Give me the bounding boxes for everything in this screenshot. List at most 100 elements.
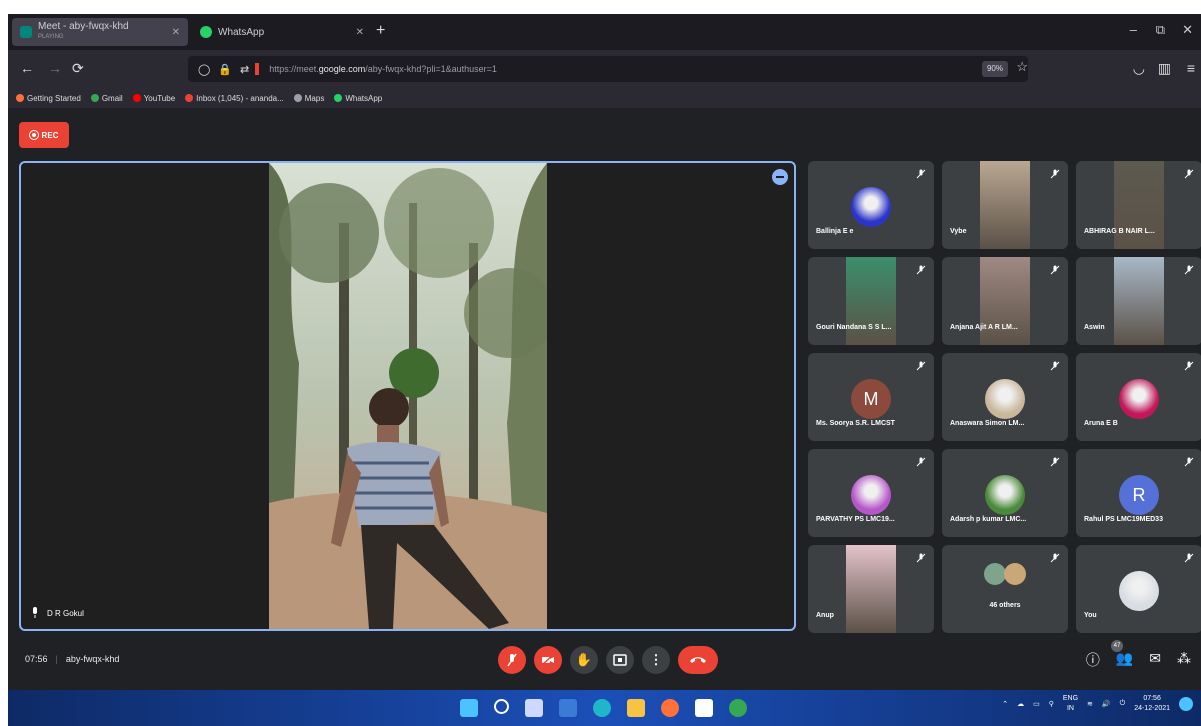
task-view-icon[interactable] bbox=[525, 699, 543, 717]
participant-tile[interactable]: Aswin bbox=[1076, 257, 1201, 345]
participant-name: Anaswara Simon LM... bbox=[950, 420, 1025, 427]
tray-chevron-icon[interactable]: ⌃ bbox=[1002, 700, 1008, 708]
meet-stage: REC D R Gokul Ballinja E e Vybe ABHIRAG … bbox=[8, 108, 1201, 690]
close-tab-icon[interactable]: ✕ bbox=[172, 27, 180, 38]
participant-tile[interactable]: PARVATHY PS LMC19... bbox=[808, 449, 934, 537]
store-icon[interactable] bbox=[695, 699, 713, 717]
recording-badge[interactable]: REC bbox=[19, 122, 69, 148]
language-indicator[interactable]: ENG IN bbox=[1063, 694, 1078, 714]
file-explorer-icon[interactable] bbox=[627, 699, 645, 717]
close-tab-icon[interactable]: ✕ bbox=[356, 27, 364, 38]
present-button[interactable] bbox=[606, 646, 634, 674]
main-speaker-tile[interactable]: D R Gokul bbox=[19, 161, 796, 631]
bookmark-label: Getting Started bbox=[27, 93, 81, 103]
widgets-icon[interactable] bbox=[559, 699, 577, 717]
meeting-time: 07:56 bbox=[25, 654, 48, 664]
participant-tile[interactable]: Vybe bbox=[942, 161, 1068, 249]
participant-tile[interactable]: Anup bbox=[808, 545, 934, 633]
permissions-icon[interactable]: ⇄ bbox=[240, 63, 249, 76]
address-bar[interactable]: ◯ 🔒 ⇄ https://meet. google.com /aby-fwqx… bbox=[188, 56, 1028, 82]
participant-tile[interactable]: Ballinja E e bbox=[808, 161, 934, 249]
participant-tile[interactable]: You bbox=[1076, 545, 1201, 633]
new-tab-button[interactable]: + bbox=[376, 22, 385, 40]
participant-name: Ms. Soorya S.R. LMCST bbox=[816, 420, 895, 427]
search-icon[interactable] bbox=[494, 699, 509, 714]
camera-active-icon[interactable] bbox=[255, 63, 260, 75]
people-icon[interactable]: 👥 bbox=[1116, 650, 1133, 670]
lock-icon[interactable]: 🔒 bbox=[218, 63, 232, 76]
back-arrow-icon[interactable]: ← bbox=[20, 60, 34, 76]
participant-tile[interactable]: ABHIRAG B NAIR L... bbox=[1076, 161, 1201, 249]
screen: Meet - aby-fwqx-khd PLAYING ✕ WhatsApp ✕… bbox=[0, 0, 1201, 726]
minimize-button[interactable]: – bbox=[1130, 22, 1137, 37]
forward-arrow-icon[interactable]: → bbox=[48, 60, 62, 76]
location-icon[interactable]: ⚲ bbox=[1049, 700, 1054, 708]
shield-icon[interactable]: ◯ bbox=[198, 63, 210, 76]
participant-name: Anup bbox=[816, 612, 834, 619]
bookmark-icon bbox=[334, 94, 343, 102]
mic-muted-icon bbox=[916, 361, 926, 371]
power-icon[interactable]: ⏻ bbox=[1120, 700, 1126, 708]
maximize-button[interactable]: ⧉ bbox=[1156, 22, 1165, 38]
side-controls: ⓘ 👥 ✉ ⁂ bbox=[1086, 650, 1191, 670]
participant-video bbox=[846, 545, 896, 633]
mic-off-button[interactable] bbox=[498, 646, 526, 674]
zoom-level[interactable]: 90% bbox=[981, 61, 1008, 77]
chrome-icon[interactable] bbox=[729, 699, 747, 717]
avatar bbox=[1004, 563, 1026, 585]
bookmark-item[interactable]: YouTube bbox=[132, 94, 175, 103]
info-icon[interactable]: ⓘ bbox=[1086, 650, 1100, 670]
volume-icon[interactable]: 🔊 bbox=[1102, 700, 1111, 708]
participant-tile[interactable]: Aruna E B bbox=[1076, 353, 1201, 441]
bookmark-item[interactable]: Inbox (1,045) - ananda... bbox=[185, 94, 284, 103]
windows-start-icon[interactable] bbox=[460, 699, 478, 717]
edge-icon[interactable] bbox=[593, 699, 611, 717]
video-frame bbox=[269, 163, 547, 629]
bookmark-item[interactable]: Getting Started bbox=[16, 94, 81, 103]
bookmark-item[interactable]: WhatsApp bbox=[334, 94, 382, 103]
activities-icon[interactable]: ⁂ bbox=[1177, 650, 1191, 670]
participant-tile[interactable]: Anaswara Simon LM... bbox=[942, 353, 1068, 441]
participant-tile[interactable]: 46 others bbox=[942, 545, 1068, 633]
participant-tile[interactable]: M Ms. Soorya S.R. LMCST bbox=[808, 353, 934, 441]
rec-label: REC bbox=[41, 130, 59, 140]
participant-tile[interactable]: Adarsh p kumar LMC... bbox=[942, 449, 1068, 537]
tab-meet-title: Meet - aby-fwqx-khd bbox=[38, 21, 129, 32]
sidebar-icon[interactable]: ▥ bbox=[1158, 60, 1171, 77]
tab-whatsapp[interactable]: WhatsApp ✕ bbox=[192, 18, 372, 46]
avatar bbox=[985, 475, 1025, 515]
pocket-icon[interactable]: ◡ bbox=[1133, 60, 1145, 77]
bookmark-item[interactable]: Gmail bbox=[90, 94, 123, 103]
more-options-button[interactable]: ⋮ bbox=[642, 646, 670, 674]
more-vertical-icon: ⋮ bbox=[649, 652, 663, 667]
leave-call-button[interactable] bbox=[678, 646, 718, 674]
reload-icon[interactable]: ⟳ bbox=[72, 60, 84, 77]
bookmark-item[interactable]: Maps bbox=[293, 94, 324, 103]
clock[interactable]: 07:56 24-12-2021 bbox=[1134, 694, 1170, 714]
bookmark-label: Inbox (1,045) - ananda... bbox=[196, 93, 284, 103]
mic-muted-icon bbox=[1050, 553, 1060, 563]
windows-taskbar: ⌃ ☁ ▭ ⚲ ENG IN ≋ 🔊 ⏻ 07:56 24-12-2021 bbox=[8, 690, 1201, 726]
battery-icon[interactable]: ▭ bbox=[1033, 700, 1040, 708]
participant-tile[interactable]: Gouri Nandana S S L... bbox=[808, 257, 934, 345]
tab-meet[interactable]: Meet - aby-fwqx-khd PLAYING ✕ bbox=[12, 18, 188, 46]
chat-icon[interactable]: ✉ bbox=[1149, 650, 1161, 670]
avatar bbox=[851, 187, 891, 227]
camera-off-button[interactable] bbox=[534, 646, 562, 674]
participant-tile[interactable]: Anjana Ajit A R LM... bbox=[942, 257, 1068, 345]
meet-icon bbox=[20, 26, 32, 38]
more-options-icon[interactable] bbox=[772, 169, 788, 185]
url-prefix: https://meet. bbox=[269, 64, 319, 74]
menu-icon[interactable]: ≡ bbox=[1187, 60, 1195, 76]
wifi-icon[interactable]: ≋ bbox=[1087, 700, 1093, 708]
participant-tile[interactable]: R Rahul PS LMC19MED33 bbox=[1076, 449, 1201, 537]
close-window-button[interactable]: ✕ bbox=[1182, 22, 1193, 38]
onedrive-icon[interactable]: ☁ bbox=[1017, 700, 1024, 708]
bookmark-label: WhatsApp bbox=[345, 93, 383, 103]
bookmark-icon bbox=[16, 94, 24, 102]
bookmark-star-icon[interactable]: ☆ bbox=[1016, 59, 1028, 75]
avatar bbox=[984, 563, 1006, 585]
notifications-icon[interactable] bbox=[1179, 697, 1193, 711]
firefox-icon[interactable] bbox=[661, 699, 679, 717]
raise-hand-button[interactable]: ✋ bbox=[570, 646, 598, 674]
